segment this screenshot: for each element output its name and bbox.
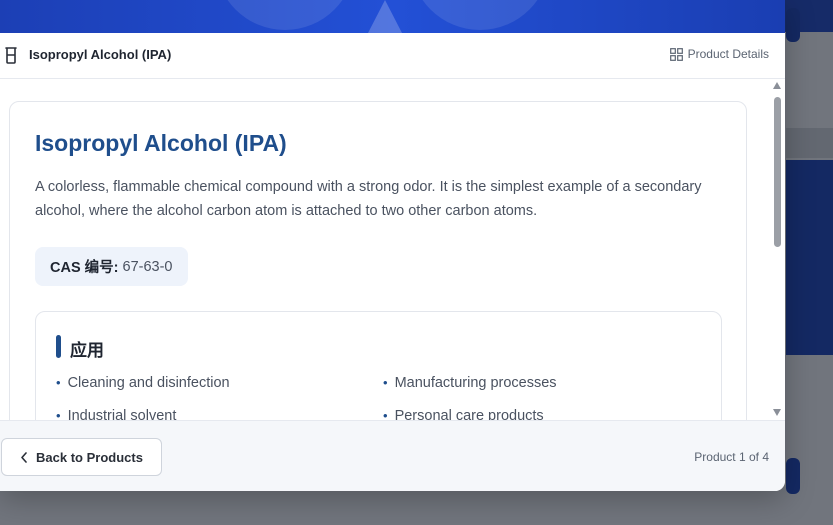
chevron-left-icon <box>21 451 27 463</box>
beaker-icon <box>5 47 17 64</box>
list-item: • Manufacturing processes <box>383 375 557 391</box>
product-description: A colorless, flammable chemical compound… <box>35 179 702 219</box>
modal-footer: Back to Products Product 1 of 4 <box>0 420 785 491</box>
list-item: • Industrial solvent <box>56 408 177 420</box>
modal-scroll-content[interactable]: Isopropyl Alcohol (IPA) A colorless, fla… <box>0 79 772 420</box>
applications-list: • Cleaning and disinfection • Manufacturin… <box>56 372 716 420</box>
list-item: • Cleaning and disinfection <box>56 375 230 391</box>
scroll-up-arrow-icon[interactable] <box>773 82 781 89</box>
vertical-scrollbar[interactable] <box>772 79 785 420</box>
cas-label: CAS 编号: <box>50 260 119 276</box>
list-item: • Personal care products <box>383 408 544 420</box>
product-title: Isopropyl Alcohol (IPA) <box>35 130 287 156</box>
product-modal: Isopropyl Alcohol (IPA) Product Details … <box>0 0 785 491</box>
cas-value: 67-63-0 <box>122 258 173 275</box>
product-counter: Product 1 of 4 <box>694 450 769 464</box>
grid-icon <box>669 47 683 61</box>
modal-header: Isopropyl Alcohol (IPA) Product Details <box>0 33 785 79</box>
modal-hero-banner <box>0 0 785 33</box>
scroll-down-arrow-icon[interactable] <box>773 409 781 416</box>
modal-header-title: Isopropyl Alcohol (IPA) <box>29 47 172 62</box>
section-accent-bar <box>56 335 61 358</box>
applications-section: 应用 • Cleaning and disinfection • Manufactu… <box>35 311 722 420</box>
product-card: Isopropyl Alcohol (IPA) A colorless, fla… <box>9 101 747 420</box>
product-details-button[interactable]: Product Details <box>669 47 769 61</box>
back-to-products-button[interactable]: Back to Products <box>1 438 162 476</box>
cas-number-badge: CAS 编号: 67-63-0 <box>35 247 188 286</box>
product-details-label: Product Details <box>687 47 769 61</box>
scrollbar-thumb[interactable] <box>774 97 781 247</box>
back-button-label: Back to Products <box>36 449 143 465</box>
applications-heading: 应用 <box>70 341 104 360</box>
